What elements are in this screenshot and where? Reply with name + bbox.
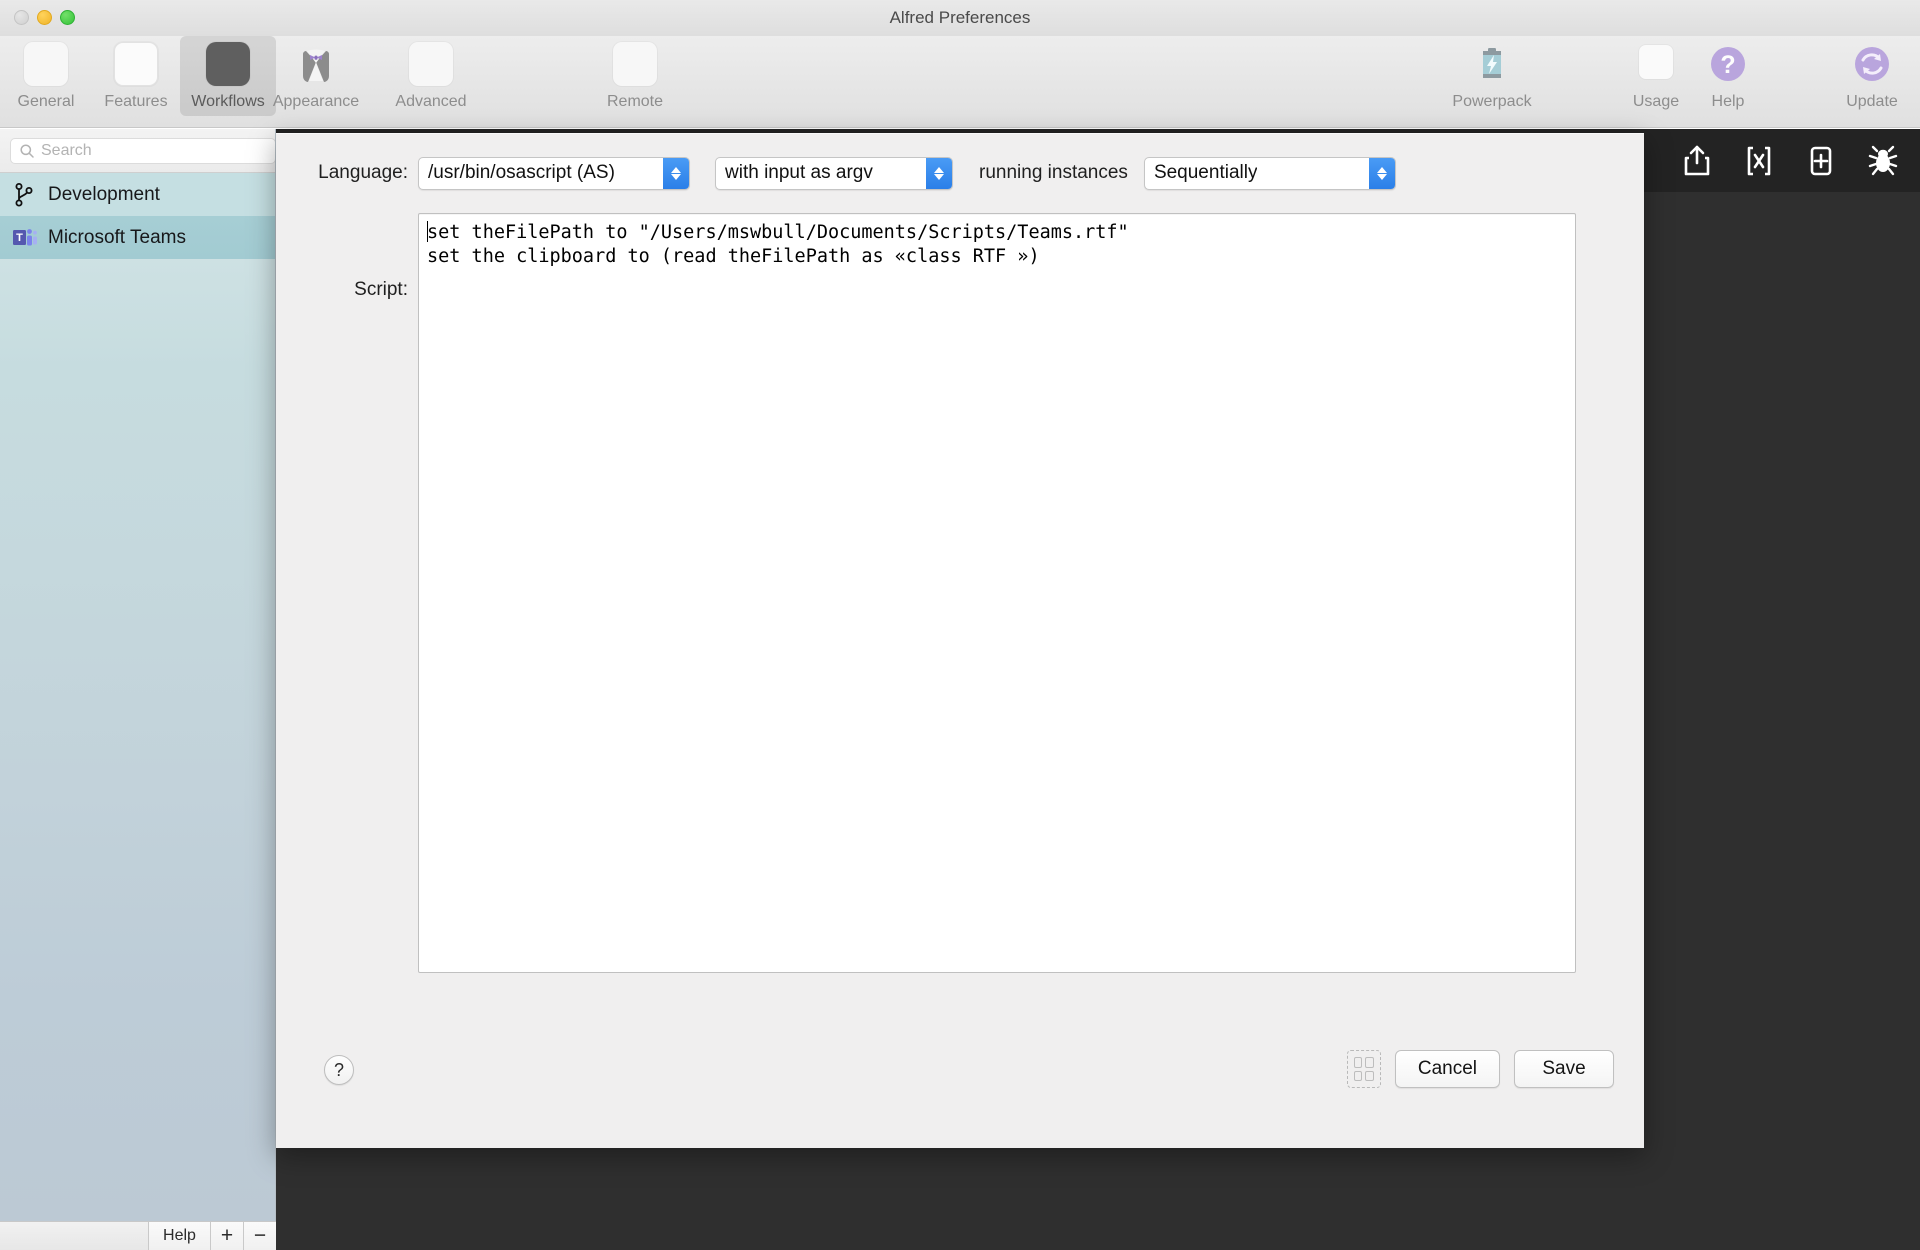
sidebar-label-microsoft-teams: Microsoft Teams (48, 226, 186, 248)
toolbar-item-advanced[interactable]: Advanced (383, 36, 479, 116)
toolbar-label-remote: Remote (606, 93, 664, 110)
add-object-icon[interactable] (1806, 144, 1836, 178)
toolbar-label-help: Help (1711, 93, 1745, 110)
toolbar-item-workflows[interactable]: G a Workflows (180, 36, 276, 116)
language-select-value: /usr/bin/osascript (AS) (428, 162, 615, 183)
preferences-toolbar: General Features Workflows Appearance Ad… (0, 36, 1920, 128)
usage-chart-icon (1632, 41, 1680, 89)
remove-workflow-button[interactable]: − (243, 1222, 276, 1250)
sheet-footer: ? Cancel Save (276, 1018, 1644, 1148)
cancel-button[interactable]: Cancel (1394, 1050, 1500, 1088)
script-editor-sheet: Language: /usr/bin/osascript (AS) with i… (276, 133, 1644, 1148)
workflow-grid-icon: G a (204, 41, 252, 89)
checkmark-panel-icon (112, 41, 160, 89)
toolbar-label-advanced: Advanced (395, 93, 467, 110)
toolbar-label-update: Update (1846, 93, 1898, 110)
language-select[interactable]: /usr/bin/osascript (AS) (418, 156, 690, 190)
toolbar-item-powerpack[interactable]: Powerpack (1444, 36, 1540, 116)
toolbar-item-remote[interactable]: Remote (587, 36, 683, 116)
save-button[interactable]: Save (1514, 1050, 1614, 1088)
add-workflow-button[interactable]: + (210, 1222, 243, 1250)
sheet-help-button[interactable]: ? (324, 1055, 354, 1085)
script-label: Script: (354, 279, 408, 300)
alfred-preferences-window: Alfred Preferences General Features Work… (0, 0, 1920, 1250)
sheet-footer-actions: Cancel Save (1346, 1050, 1614, 1088)
script-editor[interactable]: set theFilePath to "/Users/mswbull/Docum… (418, 213, 1576, 973)
sidebar-label-development: Development (48, 183, 160, 205)
input-mode-value: with input as argv (725, 162, 873, 183)
toolbar-label-workflows: Workflows (191, 93, 265, 110)
object-grid-icon[interactable] (1346, 1050, 1381, 1088)
running-instances-label: running instances (979, 162, 1128, 183)
input-mode-stepper[interactable] (926, 157, 952, 189)
toolbar-label-appearance: Appearance (272, 93, 360, 110)
toolbar-label-features: Features (104, 93, 168, 110)
toolbar-item-general[interactable]: General (0, 36, 94, 116)
git-branch-icon (12, 182, 38, 208)
running-instances-select[interactable]: Sequentially (1143, 156, 1396, 190)
toolbar-item-update[interactable]: Update (1824, 36, 1920, 116)
search-input[interactable]: Search (10, 137, 275, 164)
window-title: Alfred Preferences (889, 8, 1031, 27)
sidebar-footer: Help + − (0, 1221, 276, 1250)
running-instances-stepper[interactable] (1368, 157, 1395, 189)
window-titlebar: Alfred Preferences (0, 0, 1920, 36)
search-placeholder: Search (41, 141, 92, 159)
search-icon (19, 143, 35, 159)
language-label: Language: (318, 162, 408, 183)
script-editor-text: set theFilePath to "/Users/mswbull/Docum… (427, 222, 1129, 267)
toolbar-label-powerpack: Powerpack (1452, 93, 1532, 110)
sidebar-item-microsoft-teams[interactable]: T Microsoft Teams (0, 216, 275, 259)
language-row: Language: /usr/bin/osascript (AS) with i… (276, 133, 1644, 213)
text-caret (427, 221, 428, 242)
toolbar-item-features[interactable]: Features (88, 36, 184, 116)
toolbar-label-usage: Usage (1632, 93, 1680, 110)
svg-text:?: ? (1720, 51, 1735, 79)
share-export-icon[interactable] (1682, 144, 1712, 178)
sidebar-item-development[interactable]: Development (0, 173, 275, 216)
alfred-hat-icon (22, 41, 70, 89)
toolbar-item-appearance[interactable]: Appearance (268, 36, 364, 116)
bowtie-tuxedo-icon (292, 41, 340, 89)
refresh-sync-icon (1848, 41, 1896, 89)
variables-icon[interactable] (1744, 144, 1774, 178)
remote-signal-icon (611, 41, 659, 89)
input-mode-select[interactable]: with input as argv (715, 156, 953, 190)
toolbar-item-help[interactable]: ? Help (1680, 36, 1776, 116)
battery-bolt-icon (1468, 41, 1516, 89)
question-mark-icon: ? (1704, 41, 1752, 89)
microsoft-teams-icon: T (12, 225, 38, 251)
sidebar-help-button[interactable]: Help (148, 1222, 210, 1250)
script-row: Script: set theFilePath to "/Users/mswbu… (276, 213, 1644, 973)
svg-text:T: T (16, 232, 23, 244)
language-select-stepper[interactable] (663, 157, 689, 189)
sidebar-search-bar: Search (0, 129, 275, 173)
debug-bug-icon[interactable] (1868, 144, 1898, 178)
workflows-sidebar: Search Development T Microsoft Teams (0, 129, 276, 1221)
running-instances-value: Sequentially (1153, 162, 1258, 183)
toolbar-label-general: General (17, 93, 75, 110)
toggles-icon (407, 41, 455, 89)
